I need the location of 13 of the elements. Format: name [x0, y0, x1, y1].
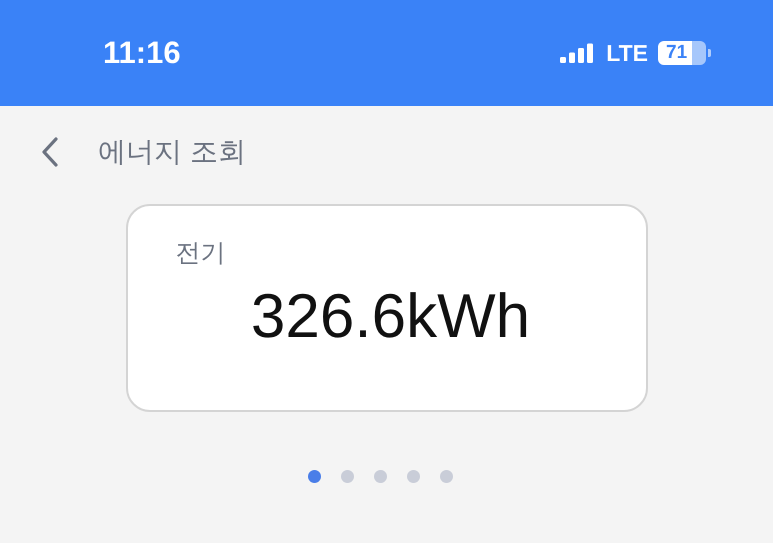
- page-dot[interactable]: [308, 470, 321, 483]
- network-label: LTE: [606, 40, 648, 66]
- battery-level: 71: [658, 41, 706, 65]
- page-dot[interactable]: [374, 470, 387, 483]
- page-dot[interactable]: [407, 470, 420, 483]
- energy-label: 전기: [176, 238, 226, 269]
- energy-value: 326.6kWh: [250, 281, 530, 352]
- status-time: 11:16: [103, 35, 181, 71]
- page-dot[interactable]: [341, 470, 354, 483]
- page-dot[interactable]: [440, 470, 453, 483]
- battery-tip-icon: [708, 49, 711, 57]
- page-title: 에너지 조회: [98, 135, 246, 169]
- back-icon[interactable]: [40, 136, 60, 168]
